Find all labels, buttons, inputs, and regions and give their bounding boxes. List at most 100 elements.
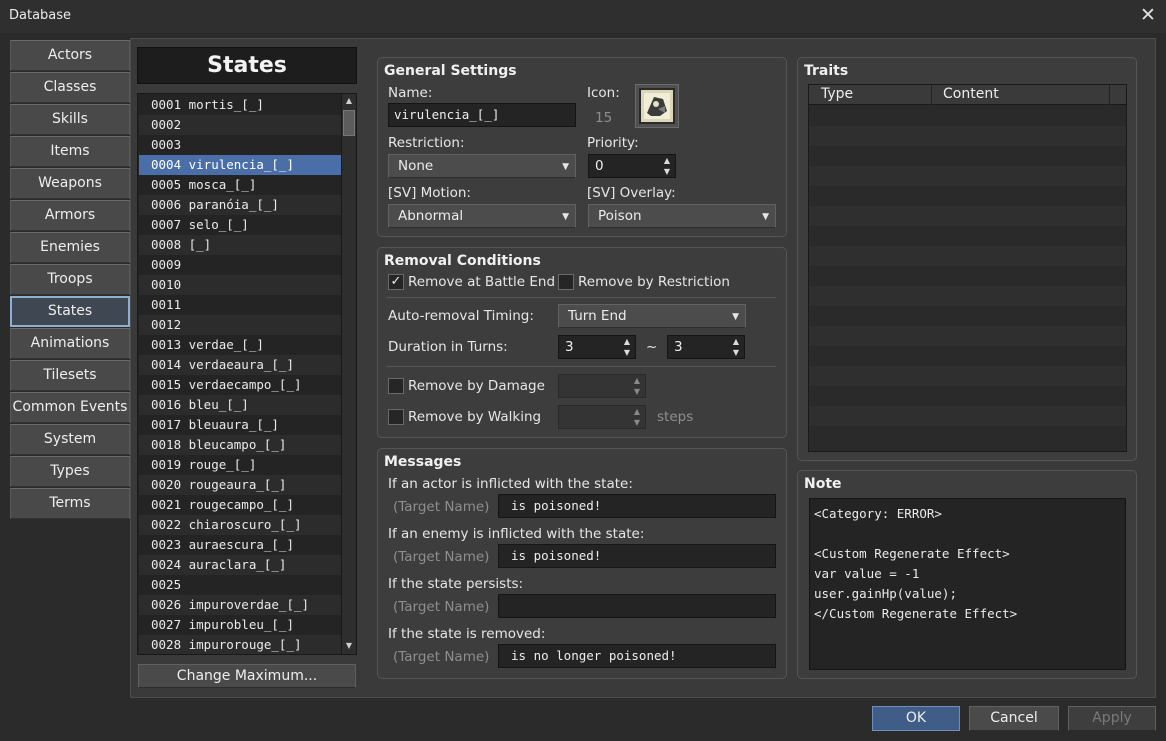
traits-row[interactable] <box>809 186 1126 206</box>
traits-row[interactable] <box>809 106 1126 126</box>
traits-row[interactable] <box>809 266 1126 286</box>
enemy-message-input[interactable]: is poisoned! <box>498 544 776 568</box>
nav-armors[interactable]: Armors <box>10 200 130 231</box>
state-list-item[interactable]: 0015 verdaecampo_[_] <box>139 375 341 395</box>
state-list-item[interactable]: 0024 auraclara_[_] <box>139 555 341 575</box>
nav-types[interactable]: Types <box>10 456 130 487</box>
col-content[interactable]: Content <box>943 86 999 102</box>
traits-row[interactable] <box>809 426 1126 446</box>
traits-row[interactable] <box>809 386 1126 406</box>
close-icon[interactable]: ✕ <box>1140 4 1156 26</box>
overlay-select[interactable]: Poison ▼ <box>588 204 776 228</box>
traits-table[interactable]: Type Content <box>808 84 1127 452</box>
duration-min-spinner[interactable]: 3 ▲ ▼ <box>558 335 636 359</box>
nav-troops[interactable]: Troops <box>10 264 130 295</box>
divider <box>386 297 776 298</box>
nav-enemies[interactable]: Enemies <box>10 232 130 263</box>
state-list-item[interactable]: 0009 <box>139 255 341 275</box>
traits-row[interactable] <box>809 346 1126 366</box>
motion-select[interactable]: Abnormal ▼ <box>388 204 576 228</box>
note-textarea[interactable]: <Category: ERROR> <Custom Regenerate Eff… <box>809 498 1126 670</box>
scroll-thumb[interactable] <box>343 110 355 136</box>
scroll-down-icon[interactable]: ▼ <box>342 639 356 653</box>
traits-row[interactable] <box>809 246 1126 266</box>
state-list-item[interactable]: 0011 <box>139 295 341 315</box>
battle-end-checkbox[interactable]: ✓ <box>388 274 404 290</box>
duration-tilde: ~ <box>646 339 658 355</box>
traits-row[interactable] <box>809 146 1126 166</box>
spinner-arrows-icon[interactable]: ▲ ▼ <box>731 336 741 358</box>
state-list-item[interactable]: 0020 rougeaura_[_] <box>139 475 341 495</box>
name-input[interactable]: virulencia_[_] <box>388 103 576 127</box>
state-list-item[interactable]: 0004 virulencia_[_] <box>139 155 341 175</box>
priority-spinner[interactable]: 0 ▲ ▼ <box>588 154 676 178</box>
damage-checkbox[interactable] <box>388 378 404 394</box>
state-list-item[interactable]: 0001 mortis_[_] <box>139 95 341 115</box>
target-name-placeholder: (Target Name) <box>393 599 490 615</box>
state-list-item[interactable]: 0005 mosca_[_] <box>139 175 341 195</box>
traits-row[interactable] <box>809 166 1126 186</box>
nav-terms[interactable]: Terms <box>10 488 130 519</box>
walking-label: Remove by Walking <box>408 409 542 425</box>
nav-classes[interactable]: Classes <box>10 72 130 103</box>
nav-states[interactable]: States <box>10 296 130 327</box>
state-list-item[interactable]: 0002 <box>139 115 341 135</box>
nav-system[interactable]: System <box>10 424 130 455</box>
persist-message-input[interactable] <box>498 594 776 618</box>
traits-row[interactable] <box>809 406 1126 426</box>
traits-row[interactable] <box>809 366 1126 386</box>
nav-weapons[interactable]: Weapons <box>10 168 130 199</box>
nav-actors[interactable]: Actors <box>10 40 130 71</box>
cancel-button[interactable]: Cancel <box>969 706 1059 731</box>
state-list-item[interactable]: 0027 impurobleu_[_] <box>139 615 341 635</box>
state-list-item[interactable]: 0021 rougecampo_[_] <box>139 495 341 515</box>
nav-animations[interactable]: Animations <box>10 328 130 359</box>
col-type[interactable]: Type <box>821 86 853 102</box>
icon-label: Icon: <box>587 85 620 101</box>
nav-common-events[interactable]: Common Events <box>10 392 130 423</box>
state-list-item[interactable]: 0028 impurorouge_[_] <box>139 635 341 654</box>
scroll-up-icon[interactable]: ▲ <box>342 94 356 108</box>
state-list-item[interactable]: 0018 bleucampo_[_] <box>139 435 341 455</box>
restriction-select[interactable]: None ▼ <box>388 154 576 178</box>
traits-row[interactable] <box>809 126 1126 146</box>
duration-max-spinner[interactable]: 3 ▲ ▼ <box>667 335 745 359</box>
states-scrollbar[interactable]: ▲ ▼ <box>341 94 356 654</box>
state-list-item[interactable]: 0025 <box>139 575 341 595</box>
state-list-item[interactable]: 0008 [_] <box>139 235 341 255</box>
state-list-item[interactable]: 0006 paranóia_[_] <box>139 195 341 215</box>
state-list-item[interactable]: 0007 selo_[_] <box>139 215 341 235</box>
apply-button[interactable]: Apply <box>1068 706 1156 731</box>
spinner-arrows-icon[interactable]: ▲ ▼ <box>622 336 632 358</box>
state-icon[interactable] <box>635 84 679 128</box>
spinner-arrows-icon[interactable]: ▲ ▼ <box>662 155 672 177</box>
removed-message-input[interactable]: is no longer poisoned! <box>498 644 776 668</box>
traits-row[interactable] <box>809 206 1126 226</box>
traits-row[interactable] <box>809 226 1126 246</box>
state-list-item[interactable]: 0012 <box>139 315 341 335</box>
actor-message-label: If an actor is inflicted with the state: <box>388 476 633 492</box>
state-list-item[interactable]: 0026 impuroverdae_[_] <box>139 595 341 615</box>
state-list-item[interactable]: 0013 verdae_[_] <box>139 335 341 355</box>
state-list-item[interactable]: 0010 <box>139 275 341 295</box>
states-list[interactable]: 0001 mortis_[_] 0002 0003 0004 virulencia_[… <box>137 93 357 655</box>
state-list-item[interactable]: 0014 verdaeaura_[_] <box>139 355 341 375</box>
traits-row[interactable] <box>809 306 1126 326</box>
state-list-item[interactable]: 0016 bleu_[_] <box>139 395 341 415</box>
ok-button[interactable]: OK <box>872 706 960 731</box>
restriction-checkbox[interactable] <box>558 274 574 290</box>
state-list-item[interactable]: 0019 rouge_[_] <box>139 455 341 475</box>
timing-select[interactable]: Turn End ▼ <box>558 304 746 328</box>
change-maximum-button[interactable]: Change Maximum... <box>138 664 356 688</box>
state-list-item[interactable]: 0022 chiaroscuro_[_] <box>139 515 341 535</box>
state-list-item[interactable]: 0023 auraescura_[_] <box>139 535 341 555</box>
traits-row[interactable] <box>809 286 1126 306</box>
walking-checkbox[interactable] <box>388 409 404 425</box>
state-list-item[interactable]: 0017 bleuaura_[_] <box>139 415 341 435</box>
nav-items[interactable]: Items <box>10 136 130 167</box>
nav-skills[interactable]: Skills <box>10 104 130 135</box>
traits-row[interactable] <box>809 326 1126 346</box>
actor-message-input[interactable]: is poisoned! <box>498 494 776 518</box>
nav-tilesets[interactable]: Tilesets <box>10 360 130 391</box>
state-list-item[interactable]: 0003 <box>139 135 341 155</box>
